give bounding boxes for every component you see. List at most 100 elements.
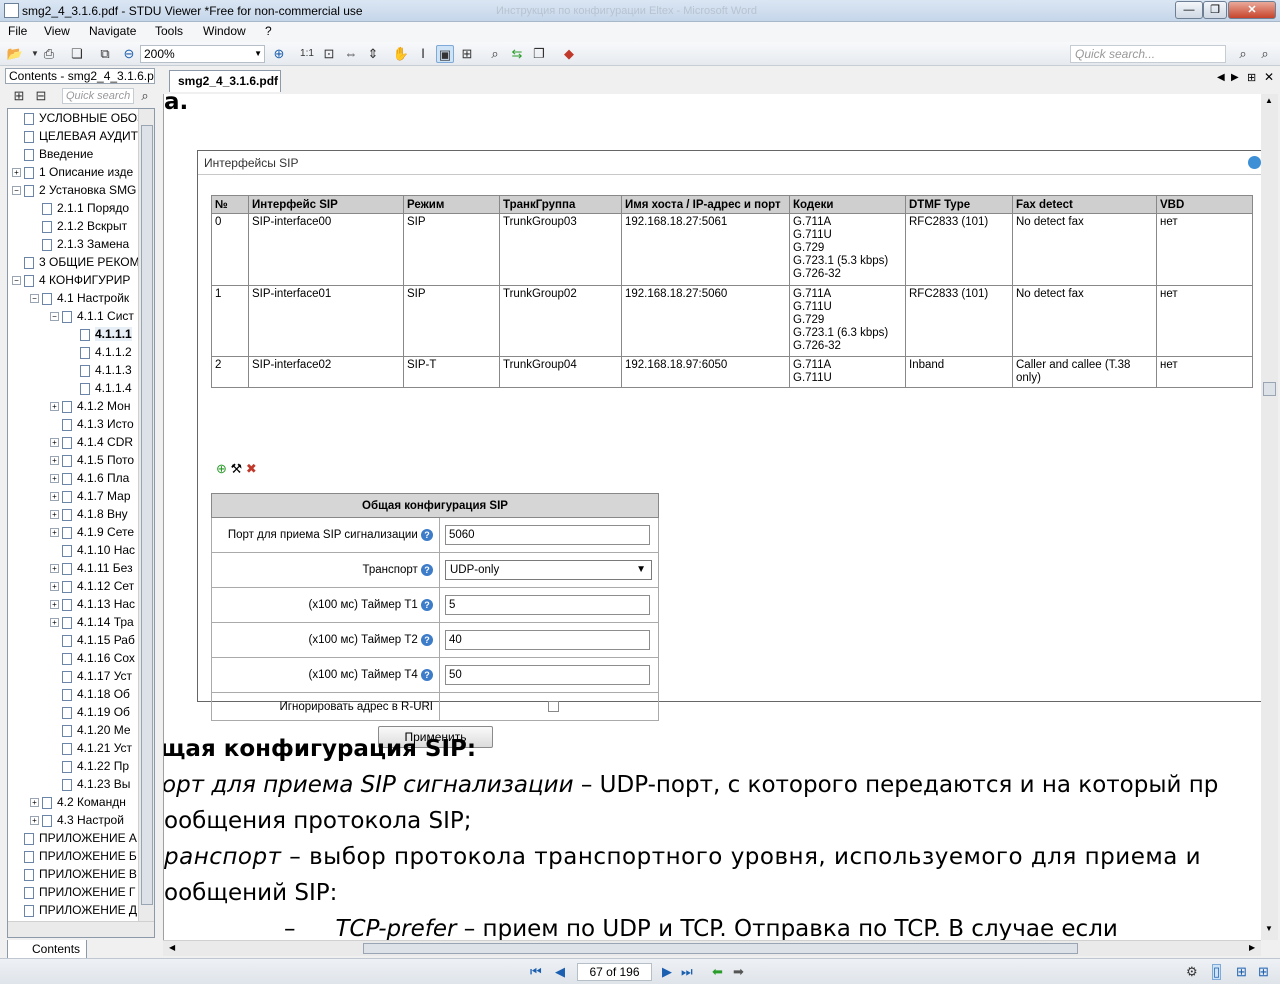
collapse-all-icon[interactable]: ⊟ <box>32 87 50 105</box>
menu-view[interactable]: View <box>44 24 70 38</box>
tree-item[interactable]: +4.1.4 CDR <box>50 433 133 451</box>
expand-icon[interactable]: + <box>50 600 59 610</box>
print-icon[interactable]: ⎙ <box>40 45 58 63</box>
zoom-out-icon[interactable]: ⊖ <box>120 45 138 63</box>
expand-icon[interactable]: + <box>50 582 59 592</box>
document-tab[interactable]: smg2_4_3.1.6.pdf <box>169 70 281 92</box>
scroll-up-icon[interactable]: ▲ <box>1265 96 1273 105</box>
tab-prev-icon[interactable]: ◀ <box>1217 72 1225 83</box>
tree-item[interactable]: − 2 Установка SMG <box>12 181 136 199</box>
collapse-icon[interactable]: − <box>30 294 39 304</box>
actual-size-button[interactable]: 1:1 <box>298 45 316 63</box>
tree-item[interactable]: 4.1.22 Пр <box>50 757 129 775</box>
ignore-ruri-checkbox[interactable] <box>548 701 559 712</box>
open-folder-icon[interactable]: 📂 <box>6 45 24 63</box>
copy-icon[interactable]: ⧉ <box>96 45 114 63</box>
tree-item[interactable]: +4.1.14 Тра <box>50 613 134 631</box>
tree-item[interactable]: ЦЕЛЕВАЯ АУДИТ <box>12 127 138 145</box>
page-number-input[interactable]: 67 of 196 <box>577 963 652 981</box>
snapshot-icon[interactable]: ⊞ <box>458 45 476 63</box>
tree-item[interactable]: +4.1.12 Сет <box>50 577 134 595</box>
tree-item[interactable]: 2.1.2 Вскрыт <box>30 217 127 235</box>
settings-icon[interactable]: ⚙ <box>1186 964 1198 980</box>
collapse-icon[interactable]: − <box>12 276 21 286</box>
forward-icon[interactable]: ➡ <box>733 964 744 980</box>
tree-item[interactable]: Введение <box>12 145 93 163</box>
edit-icon[interactable]: ⚒ <box>231 461 243 476</box>
tab-next-icon[interactable]: ▶ <box>1231 72 1239 83</box>
tree-item[interactable]: +4.1.2 Мон <box>50 397 130 415</box>
document-horizontal-scrollbar[interactable]: ◀ ▶ <box>163 940 1261 956</box>
tree-horizontal-scrollbar[interactable] <box>8 921 154 937</box>
table-row[interactable]: 1 SIP-interface01 SIP TrunkGroup02 192.168.1… <box>211 285 1253 357</box>
restore-button[interactable]: ❐ <box>1203 1 1227 19</box>
delete-icon[interactable]: ✖ <box>246 461 257 476</box>
tree-item[interactable]: 4.1.17 Уст <box>50 667 132 685</box>
tree-item[interactable]: ПРИЛОЖЕНИЕ Д <box>12 901 137 919</box>
fit-height-icon[interactable]: ⇕ <box>364 45 382 63</box>
menu-file[interactable]: File <box>8 24 27 38</box>
tree-item[interactable]: 2.1.3 Замена <box>30 235 129 253</box>
menu-window[interactable]: Window <box>203 24 246 38</box>
fit-width-icon[interactable]: ⇔ <box>342 45 360 63</box>
menu-help[interactable]: ? <box>265 24 272 38</box>
prev-page-icon[interactable]: ◀ <box>555 964 565 980</box>
facing-pages-icon[interactable]: ⊞ <box>1258 964 1269 980</box>
scroll-down-icon[interactable]: ▼ <box>1265 924 1273 933</box>
menu-tools[interactable]: Tools <box>155 24 183 38</box>
expand-icon[interactable]: + <box>50 438 59 448</box>
bookmark-icon[interactable]: ◆ <box>560 45 578 63</box>
search-next-icon[interactable]: ⌕ <box>1234 45 1252 63</box>
last-page-icon[interactable]: ⏭ <box>681 964 693 980</box>
tree-item[interactable]: 4.1.1.1 <box>68 325 132 343</box>
tree-item[interactable]: +4.1.7 Мар <box>50 487 131 505</box>
tree-item[interactable]: ПРИЛОЖЕНИЕ В <box>12 865 137 883</box>
zoom-select[interactable]: 200% ▼ <box>140 45 265 63</box>
timer-t4-input[interactable]: 50 <box>445 665 650 685</box>
expand-icon[interactable]: + <box>50 456 59 466</box>
tree-item[interactable]: ПРИЛОЖЕНИЕ Г <box>12 883 135 901</box>
expand-icon[interactable]: + <box>50 492 59 502</box>
scroll-left-icon[interactable]: ◀ <box>169 943 175 952</box>
collapse-icon[interactable]: − <box>12 186 21 196</box>
contents-search-icon[interactable]: ⌕ <box>136 87 154 105</box>
help-icon[interactable]: ? <box>421 669 433 681</box>
expand-icon[interactable]: + <box>50 618 59 628</box>
tree-scroll-thumb[interactable] <box>141 125 153 905</box>
expand-icon[interactable]: + <box>50 564 59 574</box>
tree-item[interactable]: 4.1.20 Ме <box>50 721 131 739</box>
hand-tool-icon[interactable]: ✋ <box>392 45 410 63</box>
tree-item[interactable]: 4.1.18 Об <box>50 685 130 703</box>
tree-item[interactable]: 4.1.19 Об <box>50 703 130 721</box>
expand-icon[interactable]: + <box>50 528 59 538</box>
contents-tab[interactable]: Contents <box>7 940 87 960</box>
tree-item[interactable]: 4.1.3 Исто <box>50 415 134 433</box>
swap-icon[interactable]: ⇆ <box>508 45 526 63</box>
tree-item[interactable]: ПРИЛОЖЕНИЕ А <box>12 829 137 847</box>
close-button[interactable]: ✕ <box>1228 1 1276 19</box>
help-icon[interactable]: ? <box>421 634 433 646</box>
tree-item[interactable]: − 4.1 Настройк <box>30 289 129 307</box>
continuous-icon[interactable]: ⊞ <box>1236 964 1247 980</box>
transport-select[interactable]: UDP-only ▼ <box>445 560 652 580</box>
expand-all-icon[interactable]: ⊞ <box>10 87 28 105</box>
image-select-icon[interactable]: ▣ <box>436 45 454 63</box>
expand-icon[interactable]: + <box>50 474 59 484</box>
find-icon[interactable]: ⌕ <box>486 45 504 63</box>
tree-item[interactable]: ПРИЛОЖЕНИЕ Б <box>12 847 137 865</box>
page-setup-icon[interactable]: ❏ <box>68 45 86 63</box>
pages-icon[interactable]: ❐ <box>530 45 548 63</box>
search-prev-icon[interactable]: ⌕ <box>1256 45 1274 63</box>
port-input[interactable]: 5060 <box>445 525 650 545</box>
tree-item[interactable]: 4.1.1.2 <box>68 343 132 361</box>
fit-page-icon[interactable]: ⊡ <box>320 45 338 63</box>
back-icon[interactable]: ⬅ <box>712 964 723 980</box>
tree-item[interactable]: 4.1.1.4 <box>68 379 132 397</box>
tree-item[interactable]: 4.1.21 Уст <box>50 739 132 757</box>
tree-item[interactable]: − 4.1.1 Сист <box>50 307 134 325</box>
tab-list-icon[interactable]: ⊞ <box>1247 71 1256 84</box>
tree-item[interactable]: +4.1.13 Нас <box>50 595 135 613</box>
tree-item[interactable]: 4.1.23 Вы <box>50 775 130 793</box>
help-icon[interactable]: ? <box>421 599 433 611</box>
tree-item[interactable]: 4.1.16 Сох <box>50 649 135 667</box>
